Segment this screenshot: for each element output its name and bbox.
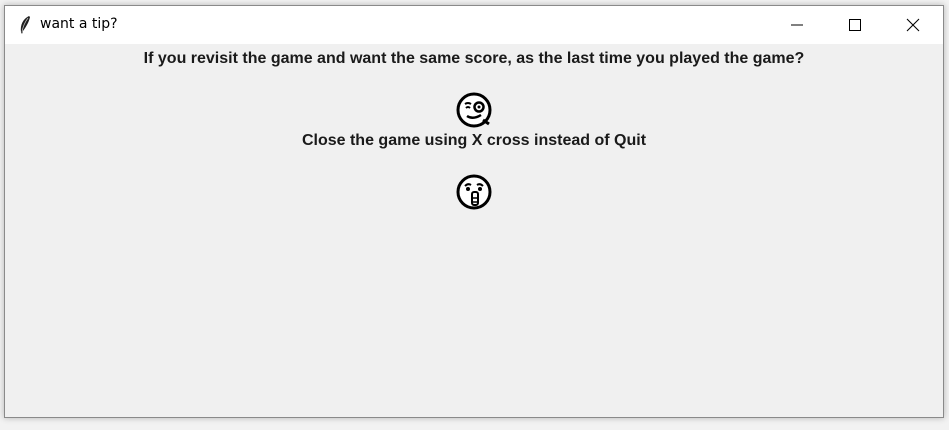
minimize-icon: [791, 24, 803, 26]
tip-label: Close the game using X cross instead of …: [301, 132, 647, 149]
close-icon: [906, 18, 920, 32]
question-label: If you revisit the game and want the sam…: [143, 50, 805, 67]
window-title: want a tip?: [40, 16, 118, 32]
minimize-button[interactable]: [768, 6, 826, 44]
close-button[interactable]: [884, 6, 942, 44]
tip-content: If you revisit the game and want the sam…: [5, 44, 943, 417]
title-bar[interactable]: want a tip?: [5, 6, 943, 44]
maximize-icon: [849, 19, 861, 31]
maximize-button[interactable]: [826, 6, 884, 44]
tip-window: want a tip? If you revisit the game and …: [4, 5, 944, 418]
shushing-face-icon: [456, 174, 492, 210]
winking-face-icon: [456, 92, 492, 128]
feather-icon: [20, 16, 30, 34]
